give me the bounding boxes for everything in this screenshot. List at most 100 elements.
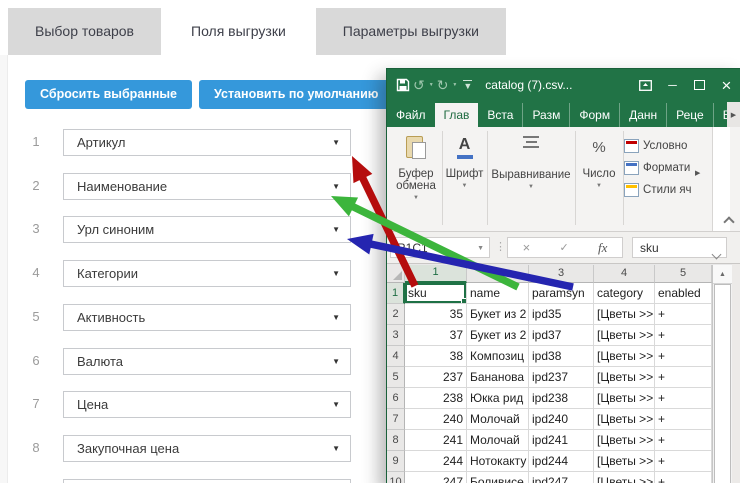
- field-dropdown[interactable]: Урл синоним▼: [63, 216, 351, 243]
- cell[interactable]: [Цветы >>: [594, 409, 655, 430]
- column-header[interactable]: 2: [467, 265, 529, 283]
- cell[interactable]: +: [655, 472, 712, 483]
- field-dropdown[interactable]: ▼: [63, 479, 351, 483]
- cell[interactable]: ipd240: [529, 409, 594, 430]
- cell[interactable]: paramsyn: [529, 283, 594, 304]
- row-header[interactable]: 8: [387, 430, 405, 451]
- customize-qat-icon[interactable]: ▼: [463, 80, 472, 90]
- tab-product-selection[interactable]: Выбор товаров: [8, 8, 161, 55]
- minimize-button[interactable]: ─: [659, 69, 686, 101]
- row-header[interactable]: 10: [387, 472, 405, 483]
- cell[interactable]: 247: [405, 472, 467, 483]
- maximize-button[interactable]: [686, 69, 713, 101]
- scroll-up-icon[interactable]: ▲: [713, 265, 732, 284]
- field-dropdown[interactable]: Цена▼: [63, 391, 351, 418]
- cell[interactable]: +: [655, 304, 712, 325]
- tab-export-fields[interactable]: Поля выгрузки: [164, 8, 313, 55]
- field-dropdown[interactable]: Валюта▼: [63, 348, 351, 375]
- ribbon-display-options-icon[interactable]: [632, 69, 659, 101]
- column-header[interactable]: 3: [529, 265, 594, 283]
- insert-function-icon[interactable]: fx: [598, 240, 607, 256]
- ribbon-tab-data[interactable]: Данн: [620, 103, 667, 127]
- cell[interactable]: 244: [405, 451, 467, 472]
- collapse-ribbon-icon[interactable]: [721, 213, 737, 227]
- cell[interactable]: Нотокакту: [467, 451, 529, 472]
- row-header[interactable]: 3: [387, 325, 405, 346]
- row-header[interactable]: 5: [387, 367, 405, 388]
- cell[interactable]: Композиц: [467, 346, 529, 367]
- cell[interactable]: Молочай: [467, 409, 529, 430]
- row-header[interactable]: 1: [387, 283, 405, 304]
- field-dropdown[interactable]: Активность▼: [63, 304, 351, 331]
- cell[interactable]: sku: [405, 283, 467, 304]
- cell[interactable]: +: [655, 325, 712, 346]
- cell[interactable]: +: [655, 430, 712, 451]
- ribbon-group[interactable]: АШрифт▼: [443, 133, 486, 189]
- cell[interactable]: 237: [405, 367, 467, 388]
- vertical-scrollbar[interactable]: ▲: [712, 265, 732, 483]
- format-as-table-button[interactable]: Формати: [624, 157, 712, 179]
- cell[interactable]: ipd237: [529, 367, 594, 388]
- cell[interactable]: [Цветы >>: [594, 451, 655, 472]
- set-default-button[interactable]: Установить по умолчанию: [199, 80, 393, 109]
- field-dropdown[interactable]: Наименование▼: [63, 173, 351, 200]
- cell[interactable]: [Цветы >>: [594, 367, 655, 388]
- ribbon-tab-home[interactable]: Глав: [435, 103, 479, 127]
- cell[interactable]: +: [655, 451, 712, 472]
- cell[interactable]: ipd244: [529, 451, 594, 472]
- ribbon-tab-file[interactable]: Файл: [387, 103, 435, 127]
- cell[interactable]: +: [655, 409, 712, 430]
- cell[interactable]: [Цветы >>: [594, 325, 655, 346]
- field-dropdown[interactable]: Закупочная цена▼: [63, 435, 351, 462]
- cell[interactable]: 240: [405, 409, 467, 430]
- row-header[interactable]: 6: [387, 388, 405, 409]
- formula-input[interactable]: sku: [632, 237, 727, 258]
- ribbon-group[interactable]: %Число▼: [576, 133, 622, 189]
- cell[interactable]: +: [655, 367, 712, 388]
- cell[interactable]: 37: [405, 325, 467, 346]
- cell[interactable]: ipd37: [529, 325, 594, 346]
- name-box-caret-icon[interactable]: ▼: [477, 245, 484, 252]
- row-header[interactable]: 4: [387, 346, 405, 367]
- cell[interactable]: 238: [405, 388, 467, 409]
- ribbon-tab-review[interactable]: Реце: [667, 103, 714, 127]
- undo-caret-icon[interactable]: ▼: [429, 82, 434, 88]
- cell[interactable]: ipd35: [529, 304, 594, 325]
- cell[interactable]: 241: [405, 430, 467, 451]
- cell[interactable]: Боливисе: [467, 472, 529, 483]
- reset-selected-button[interactable]: Сбросить выбранные: [25, 80, 192, 109]
- cell[interactable]: Букет из 2: [467, 304, 529, 325]
- save-icon[interactable]: [396, 78, 410, 92]
- column-header[interactable]: 5: [655, 265, 712, 283]
- cell[interactable]: ipd238: [529, 388, 594, 409]
- cell[interactable]: Молочай: [467, 430, 529, 451]
- cell[interactable]: +: [655, 346, 712, 367]
- row-header[interactable]: 7: [387, 409, 405, 430]
- cell[interactable]: enabled: [655, 283, 712, 304]
- cell[interactable]: ipd247: [529, 472, 594, 483]
- cell[interactable]: +: [655, 388, 712, 409]
- ribbon-group[interactable]: Буфер обмена▼: [391, 133, 441, 201]
- cell[interactable]: ipd38: [529, 346, 594, 367]
- redo-icon[interactable]: ↻: [437, 78, 449, 92]
- ribbon-tab-insert[interactable]: Вста: [478, 103, 523, 127]
- field-dropdown[interactable]: Артикул▼: [63, 129, 351, 156]
- cell[interactable]: [Цветы >>: [594, 430, 655, 451]
- field-dropdown[interactable]: Категории▼: [63, 260, 351, 287]
- select-all-corner[interactable]: [387, 265, 405, 283]
- cell[interactable]: [Цветы >>: [594, 304, 655, 325]
- cell[interactable]: 35: [405, 304, 467, 325]
- tab-scroll-right-icon[interactable]: ▶: [727, 102, 740, 127]
- cell[interactable]: [Цветы >>: [594, 388, 655, 409]
- ribbon-tab-formulas[interactable]: Форм: [570, 103, 620, 127]
- column-header[interactable]: 4: [594, 265, 655, 283]
- column-header[interactable]: 1: [405, 265, 467, 283]
- ribbon-tab-layout[interactable]: Разм: [523, 103, 570, 127]
- cell-styles-button[interactable]: Стили яч: [624, 179, 712, 201]
- enter-entry-icon[interactable]: ✓: [559, 241, 568, 254]
- undo-icon[interactable]: ↺: [413, 78, 425, 92]
- name-box[interactable]: R1C1 ▼: [390, 237, 490, 258]
- cell[interactable]: ipd241: [529, 430, 594, 451]
- ribbon-group[interactable]: Выравнивание▼: [488, 133, 574, 190]
- row-header[interactable]: 2: [387, 304, 405, 325]
